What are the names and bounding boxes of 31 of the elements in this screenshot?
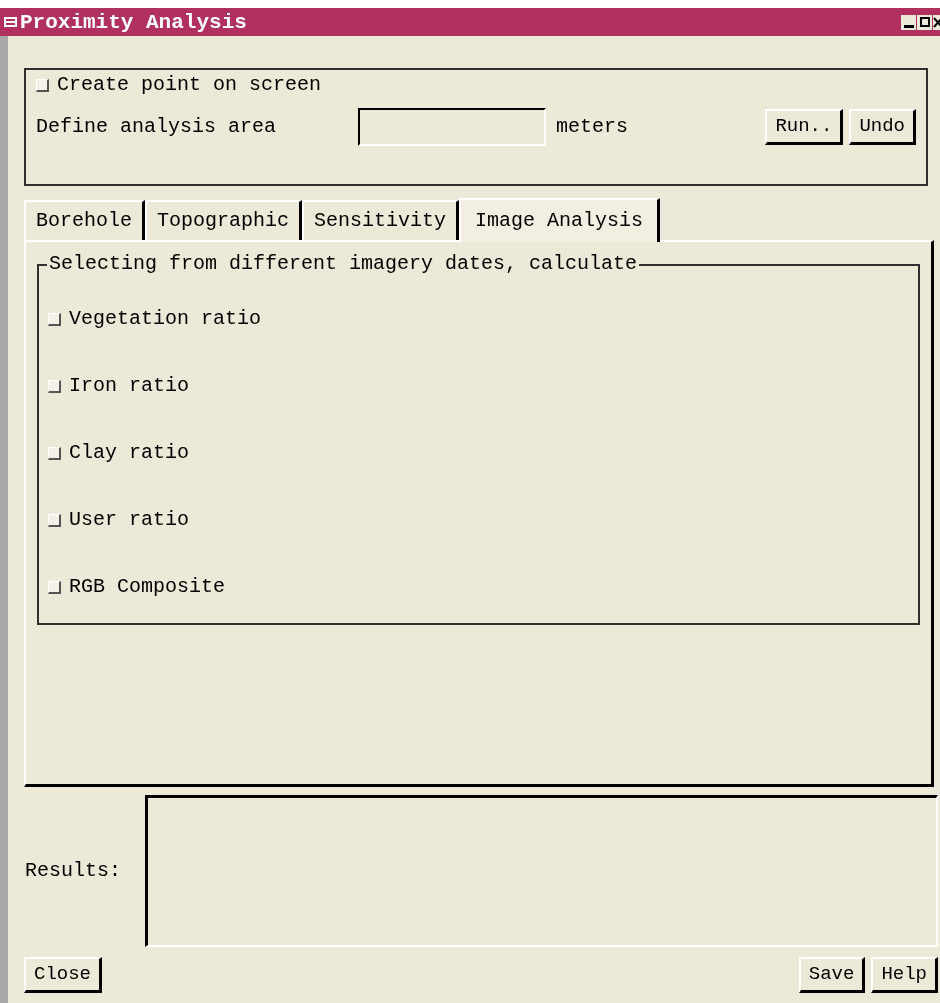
checkbox-label: Create point on screen <box>57 72 322 98</box>
checkbox[interactable] <box>48 513 61 527</box>
checkbox[interactable] <box>48 312 61 326</box>
tab[interactable]: Sensitivity <box>302 200 460 240</box>
area-label: Define analysis area <box>36 114 278 140</box>
checkbox[interactable] <box>36 78 49 92</box>
push-button[interactable]: Run.. <box>765 109 844 145</box>
option-label: Clay ratio <box>69 440 190 466</box>
push-button[interactable]: Undo <box>849 109 916 145</box>
close-icon[interactable] <box>933 14 940 30</box>
option-label: Iron ratio <box>69 373 190 399</box>
group-title: Selecting from different imagery dates, calculate <box>47 252 640 276</box>
tab[interactable]: Borehole <box>24 200 145 240</box>
window-menu-icon[interactable] <box>4 17 17 27</box>
window-title: Proximity Analysis <box>20 11 247 33</box>
tab[interactable]: Topographic <box>145 200 303 240</box>
tab[interactable]: Image Analysis <box>459 198 661 242</box>
minimize-icon[interactable] <box>901 14 916 30</box>
option-label: User ratio <box>69 507 190 533</box>
checkbox[interactable] <box>48 580 61 594</box>
push-button[interactable]: Save <box>798 957 866 993</box>
push-button[interactable]: Help <box>871 957 938 993</box>
checkbox[interactable] <box>48 379 61 393</box>
unit-label: meters <box>556 114 629 140</box>
option-label: Vegetation ratio <box>69 306 262 332</box>
checkbox[interactable] <box>48 446 61 460</box>
option-label: RGB Composite <box>69 574 226 600</box>
push-button[interactable]: Close <box>24 957 102 993</box>
results-label: Results: <box>24 858 122 884</box>
maximize-icon[interactable] <box>917 14 932 30</box>
area-input[interactable] <box>358 108 546 146</box>
